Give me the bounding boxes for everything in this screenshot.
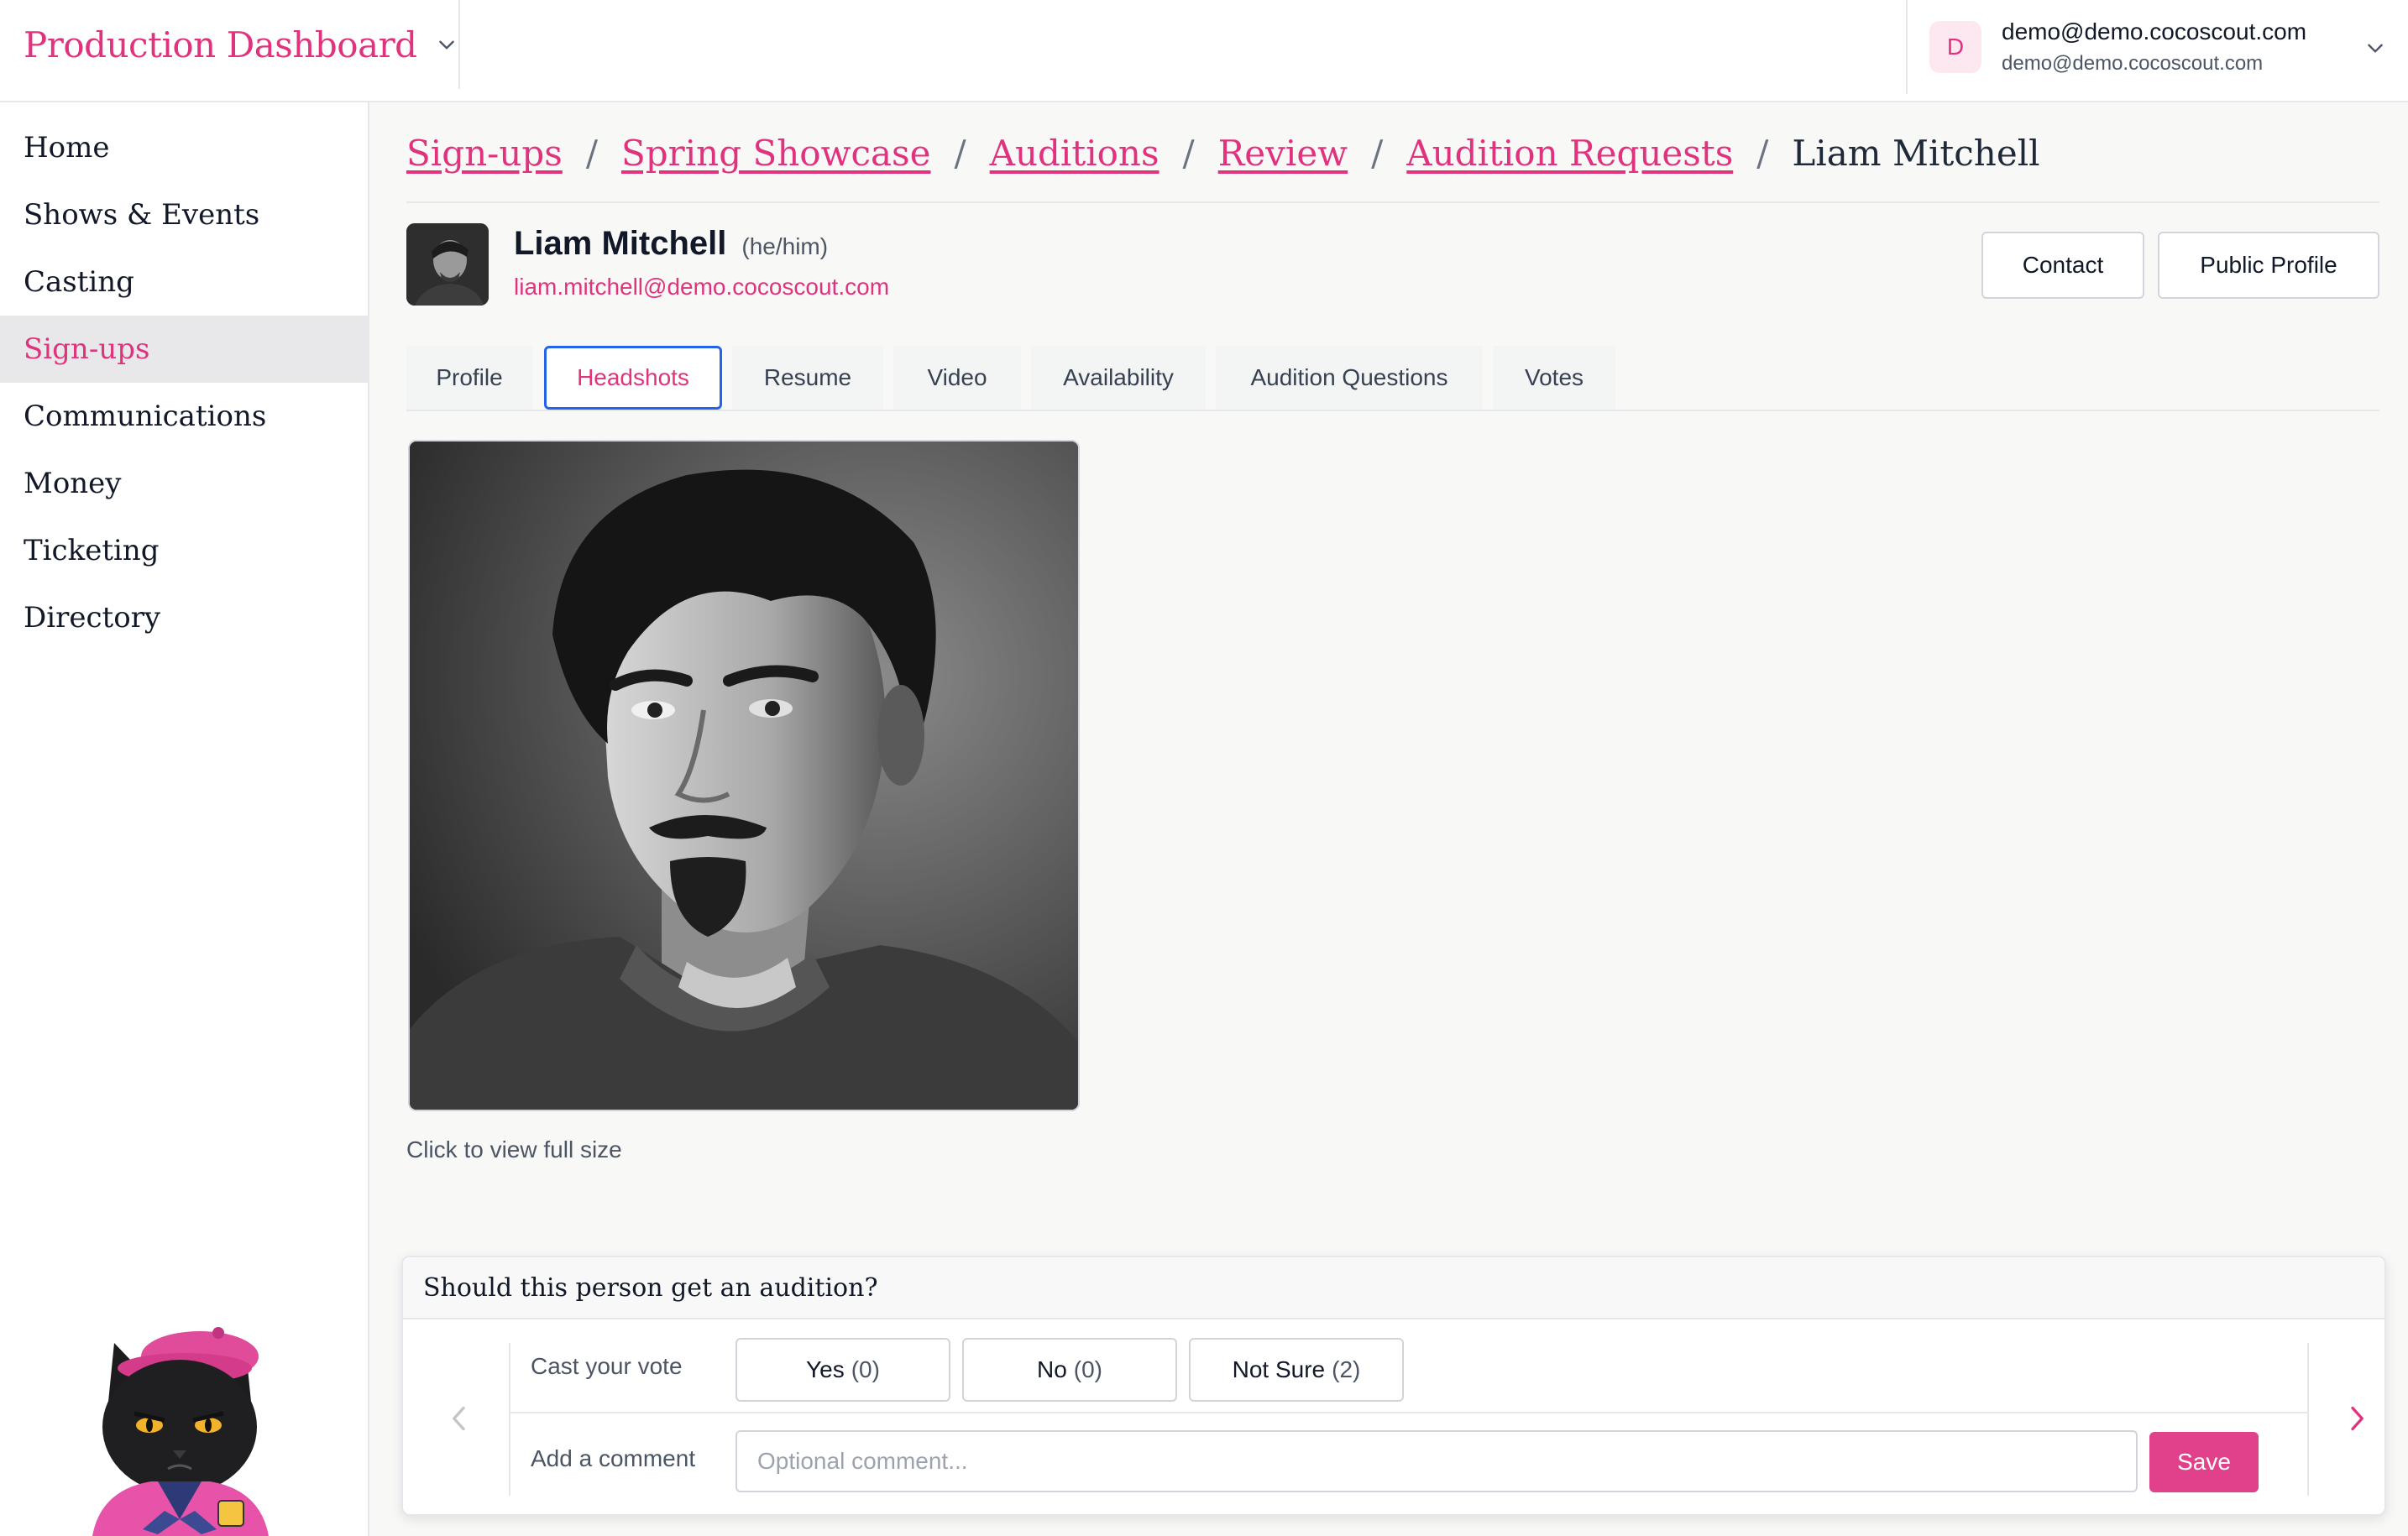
user-email: demo@demo.cocoscout.com — [2002, 18, 2307, 44]
comment-label: Add a comment — [531, 1445, 696, 1471]
user-avatar: D — [1929, 21, 1981, 73]
vote-panel: Should this person get an audition? Cast… — [401, 1256, 2386, 1516]
vote-no-count: (0) — [1073, 1356, 1103, 1382]
headshot-caption: Click to view full size — [406, 1136, 622, 1162]
main-content: Sign-ups / Spring Showcase / Auditions /… — [371, 102, 2408, 1536]
vote-no-button[interactable]: No (0) — [962, 1338, 1177, 1402]
person-name-row: Liam Mitchell (he/him) — [514, 225, 828, 263]
person-pronouns: (he/him) — [741, 233, 829, 259]
breadcrumb-separator: / — [1182, 133, 1195, 174]
chevron-down-icon — [438, 40, 454, 50]
save-button[interactable]: Save — [2149, 1432, 2259, 1492]
tab-headshots[interactable]: Headshots — [544, 346, 722, 410]
tab-resume[interactable]: Resume — [732, 346, 883, 410]
sidebar-item-shows-events[interactable]: Shows & Events — [0, 181, 368, 248]
breadcrumb-current: Liam Mitchell — [1792, 133, 2040, 174]
person-name: Liam Mitchell — [514, 225, 727, 262]
chevron-down-icon — [2368, 44, 2383, 53]
vote-yes-button[interactable]: Yes (0) — [735, 1338, 950, 1402]
person-avatar — [406, 223, 489, 306]
breadcrumb-review[interactable]: Review — [1218, 133, 1348, 174]
tab-audition-questions[interactable]: Audition Questions — [1216, 346, 1483, 410]
sidebar-item-home[interactable]: Home — [0, 114, 368, 181]
sidebar-item-money[interactable]: Money — [0, 450, 368, 517]
vote-row-divider — [510, 1412, 2307, 1413]
panel-divider — [2307, 1343, 2309, 1496]
production-switcher[interactable]: Production Dashboard — [0, 0, 460, 89]
contact-button[interactable]: Contact — [1981, 232, 2144, 299]
user-subtitle: demo@demo.cocoscout.com — [2002, 52, 2264, 75]
chevron-left-icon[interactable] — [447, 1402, 472, 1435]
sidebar-item-communications[interactable]: Communications — [0, 383, 368, 450]
public-profile-button[interactable]: Public Profile — [2158, 232, 2379, 299]
breadcrumb: Sign-ups / Spring Showcase / Auditions /… — [406, 133, 2379, 203]
headshot-image[interactable] — [408, 440, 1080, 1111]
production-title: Production Dashboard — [24, 24, 417, 65]
panel-divider — [509, 1343, 510, 1496]
tab-votes[interactable]: Votes — [1493, 346, 1615, 410]
breadcrumb-sign-ups[interactable]: Sign-ups — [406, 133, 563, 174]
vote-not-sure-count: (2) — [1332, 1356, 1361, 1382]
sidebar-item-directory[interactable]: Directory — [0, 584, 368, 651]
person-email-link[interactable]: liam.mitchell@demo.cocoscout.com — [514, 274, 889, 300]
breadcrumb-separator: / — [1371, 133, 1384, 174]
sidebar-item-ticketing[interactable]: Ticketing — [0, 517, 368, 584]
breadcrumb-auditions[interactable]: Auditions — [990, 133, 1160, 174]
breadcrumb-spring-showcase[interactable]: Spring Showcase — [621, 133, 930, 174]
vote-not-sure-button[interactable]: Not Sure (2) — [1189, 1338, 1404, 1402]
vote-not-sure-label: Not Sure — [1232, 1356, 1326, 1382]
vote-yes-count: (0) — [851, 1356, 880, 1382]
sidebar-nav: Home Shows & Events Casting Sign-ups Com… — [0, 102, 368, 651]
tab-profile[interactable]: Profile — [406, 346, 532, 410]
vote-question: Should this person get an audition? — [403, 1257, 2384, 1319]
breadcrumb-separator: / — [585, 133, 598, 174]
breadcrumb-separator: / — [954, 133, 966, 174]
tab-availability[interactable]: Availability — [1031, 346, 1206, 410]
vote-yes-label: Yes — [806, 1356, 845, 1382]
user-menu[interactable]: D demo@demo.cocoscout.com demo@demo.coco… — [1906, 0, 2408, 94]
tab-video[interactable]: Video — [893, 346, 1021, 410]
tabs-divider — [406, 410, 2379, 411]
chevron-right-icon[interactable] — [2344, 1402, 2369, 1435]
sidebar-item-casting[interactable]: Casting — [0, 248, 368, 316]
top-bar: Production Dashboard D demo@demo.cocosco… — [0, 0, 2408, 102]
cat-mascot-illustration — [92, 1327, 269, 1536]
vote-no-label: No — [1036, 1356, 1067, 1382]
comment-input[interactable] — [735, 1430, 2138, 1492]
breadcrumb-audition-requests[interactable]: Audition Requests — [1406, 133, 1733, 174]
sidebar-item-sign-ups[interactable]: Sign-ups — [0, 316, 368, 383]
cast-vote-label: Cast your vote — [531, 1353, 683, 1379]
breadcrumb-separator: / — [1756, 133, 1769, 174]
sidebar: Home Shows & Events Casting Sign-ups Com… — [0, 102, 369, 1536]
